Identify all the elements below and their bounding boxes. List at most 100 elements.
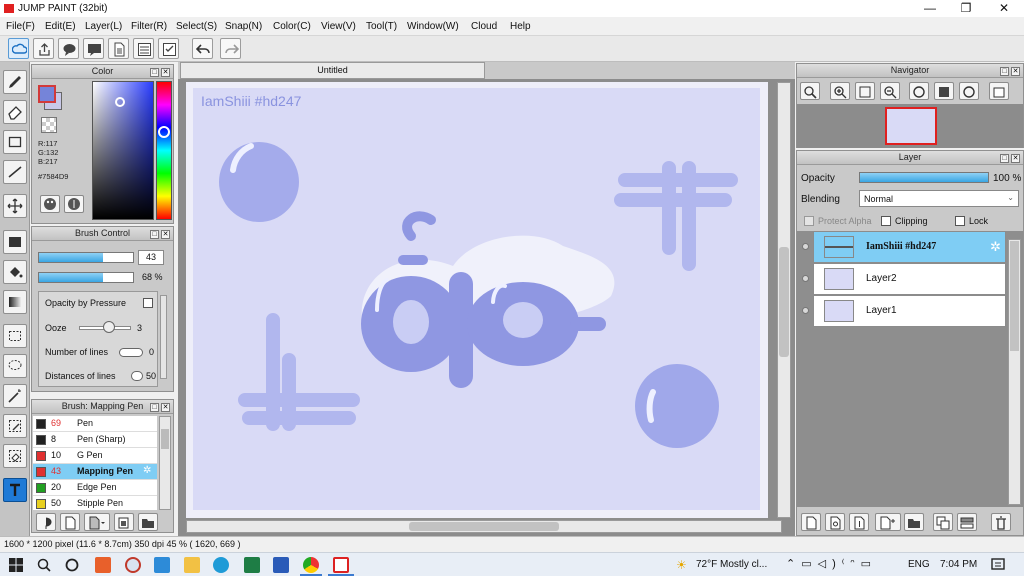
new-brush-button[interactable] <box>60 513 80 531</box>
close-icon[interactable]: ✕ <box>161 68 170 77</box>
menu-color[interactable]: Color(C) <box>273 21 311 32</box>
horizontal-scroll-thumb[interactable] <box>409 522 559 531</box>
zoom-out-button[interactable] <box>880 82 900 100</box>
lock-checkbox[interactable] <box>955 216 965 226</box>
brush-list-item[interactable]: 8 Pen (Sharp) <box>33 432 157 448</box>
powerpoint-icon[interactable] <box>95 557 111 573</box>
minimize-button[interactable]: — <box>912 0 948 17</box>
layer-opacity-slider[interactable] <box>859 172 989 183</box>
list-button[interactable] <box>133 38 154 59</box>
close-icon[interactable]: ✕ <box>1011 67 1020 76</box>
brush-size-slider[interactable] <box>38 252 134 263</box>
float-icon[interactable]: □ <box>1000 154 1009 163</box>
ooze-knob[interactable] <box>103 321 115 333</box>
brush-folder-button[interactable] <box>138 513 158 531</box>
brush-control-scrollbar[interactable] <box>160 295 167 379</box>
menu-help[interactable]: Help <box>510 21 531 32</box>
task-view-icon[interactable] <box>64 557 80 573</box>
float-icon[interactable]: □ <box>1000 67 1009 76</box>
navigator-thumbnail[interactable] <box>885 107 937 145</box>
canvas[interactable]: IamShiii #hd247 <box>193 88 760 510</box>
brush-list-item[interactable]: 10 G Pen <box>33 448 157 464</box>
vertical-scroll-thumb[interactable] <box>779 247 789 357</box>
gradient-tool[interactable] <box>3 290 27 314</box>
weather-text[interactable]: 72°F Mostly cl... <box>696 559 767 570</box>
eraser-tool[interactable] <box>3 100 27 124</box>
monitor-icon[interactable] <box>154 557 170 573</box>
close-button[interactable]: ✕ <box>986 0 1022 17</box>
rotate-left-button[interactable] <box>909 82 929 100</box>
checklist-button[interactable] <box>158 38 179 59</box>
brush-add-button[interactable] <box>36 513 56 531</box>
merge-layer-button[interactable] <box>957 513 977 531</box>
float-icon[interactable]: □ <box>150 403 159 412</box>
layer-visibility-toggle[interactable] <box>800 295 812 327</box>
cloud-button[interactable] <box>8 38 29 59</box>
brush-size-value[interactable]: 43 <box>138 250 164 265</box>
navigator-options-button[interactable] <box>989 82 1009 100</box>
float-icon[interactable]: □ <box>150 230 159 239</box>
menu-filter[interactable]: Filter(R) <box>131 21 167 32</box>
layer-row[interactable]: IamShiii #hd247 ✲ <box>813 231 1006 263</box>
line-tool[interactable] <box>3 160 27 184</box>
layer-visibility-toggle[interactable] <box>800 263 812 295</box>
undo-button[interactable] <box>192 38 213 59</box>
app-icon-red-circle[interactable] <box>125 557 141 573</box>
document-button[interactable] <box>108 38 129 59</box>
brush-menu-button[interactable] <box>84 513 110 531</box>
document-tab[interactable]: Untitled <box>180 62 485 79</box>
lasso-tool[interactable] <box>3 354 27 378</box>
layer-row[interactable]: Layer2 <box>813 263 1006 295</box>
new-layer-button[interactable] <box>801 513 821 531</box>
brush-list-item[interactable]: 69 Pen <box>33 416 157 432</box>
fill-rect-tool[interactable] <box>3 230 27 254</box>
hue-slider[interactable] <box>156 81 172 220</box>
new-layer-8bit-button[interactable] <box>825 513 845 531</box>
language-indicator[interactable]: ENG <box>908 559 930 570</box>
add-layer-menu-button[interactable] <box>875 513 901 531</box>
distances-toggle[interactable] <box>131 371 143 381</box>
rectangle-tool[interactable] <box>3 130 27 154</box>
magic-wand-tool[interactable] <box>3 384 27 408</box>
maximize-button[interactable]: ❐ <box>948 0 984 17</box>
brush-opacity-slider[interactable] <box>38 272 134 283</box>
menu-snap[interactable]: Snap(N) <box>225 21 262 32</box>
brush-tool[interactable] <box>3 70 27 94</box>
close-icon[interactable]: ✕ <box>161 230 170 239</box>
menu-file[interactable]: File(F) <box>6 21 35 32</box>
excel-icon[interactable] <box>244 557 260 573</box>
rotate-right-button[interactable] <box>959 82 979 100</box>
brush-list-scrollbar[interactable] <box>159 416 171 510</box>
comment-button[interactable] <box>58 38 79 59</box>
share-button[interactable] <box>33 38 54 59</box>
select-pen-tool[interactable] <box>3 414 27 438</box>
clock[interactable]: 7:04 PM <box>940 559 977 570</box>
new-layer-1bit-button[interactable] <box>849 513 869 531</box>
delete-layer-button[interactable] <box>991 513 1011 531</box>
redo-button[interactable] <box>220 38 241 59</box>
notifications-icon[interactable] <box>990 557 1006 573</box>
flip-button[interactable] <box>934 82 954 100</box>
menu-view[interactable]: View(V) <box>321 21 356 32</box>
gear-icon[interactable]: ✲ <box>990 239 1001 255</box>
chrome-icon[interactable] <box>303 557 319 573</box>
zoom-reset-button[interactable] <box>800 82 820 100</box>
windows-start-icon[interactable] <box>8 557 24 573</box>
new-folder-button[interactable] <box>904 513 924 531</box>
menu-layer[interactable]: Layer(L) <box>85 21 122 32</box>
main-color-swatch[interactable] <box>38 85 56 103</box>
menu-window[interactable]: Window(W) <box>407 21 459 32</box>
brush-copy-button[interactable] <box>114 513 134 531</box>
layer-visibility-toggle[interactable] <box>800 231 812 263</box>
close-icon[interactable]: ✕ <box>161 403 170 412</box>
message-button[interactable] <box>83 38 104 59</box>
system-tray-icons[interactable]: ⌃▭◁)⁽ᵔ▭ <box>786 557 877 570</box>
edge-icon[interactable] <box>213 557 229 573</box>
gear-icon[interactable]: ✲ <box>143 465 151 476</box>
text-tool[interactable] <box>3 478 27 502</box>
fit-screen-button[interactable] <box>855 82 875 100</box>
word-icon[interactable] <box>273 557 289 573</box>
brush-list-item[interactable]: 43 Mapping Pen ✲ <box>33 464 157 480</box>
select-eraser-tool[interactable] <box>3 444 27 468</box>
horizontal-scrollbar[interactable] <box>186 520 782 533</box>
